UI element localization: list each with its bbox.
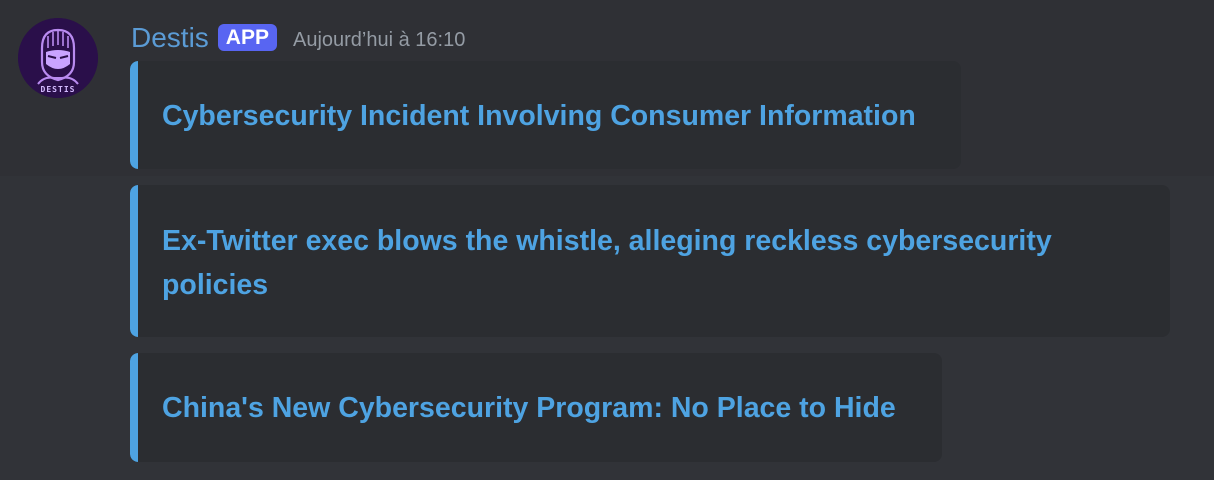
embed-title-link[interactable]: Cybersecurity Incident Involving Consume…	[162, 94, 933, 138]
link-embed: Ex-Twitter exec blows the whistle, alleg…	[130, 185, 1170, 337]
link-embed: Cybersecurity Incident Involving Consume…	[130, 61, 961, 169]
embed-title-link[interactable]: China's New Cybersecurity Program: No Pl…	[162, 386, 914, 430]
avatar-text: DESTIS	[41, 85, 76, 94]
author-name[interactable]: Destis	[131, 20, 209, 56]
link-embed: China's New Cybersecurity Program: No Pl…	[130, 353, 942, 462]
embed-title-link[interactable]: Ex-Twitter exec blows the whistle, alleg…	[162, 219, 1142, 307]
message-header: Destis APP Aujourd’hui à 16:10	[131, 20, 465, 56]
embed-accent-bar	[130, 185, 138, 337]
timestamp[interactable]: Aujourd’hui à 16:10	[293, 22, 465, 58]
avatar[interactable]: DESTIS	[18, 18, 98, 98]
destis-logo-icon: DESTIS	[18, 18, 98, 98]
embed-accent-bar	[130, 353, 138, 462]
chat-message: DESTIS Destis APP Aujourd’hui à 16:10 Cy…	[0, 0, 1214, 480]
app-badge: APP	[217, 23, 277, 51]
embed-accent-bar	[130, 61, 138, 169]
